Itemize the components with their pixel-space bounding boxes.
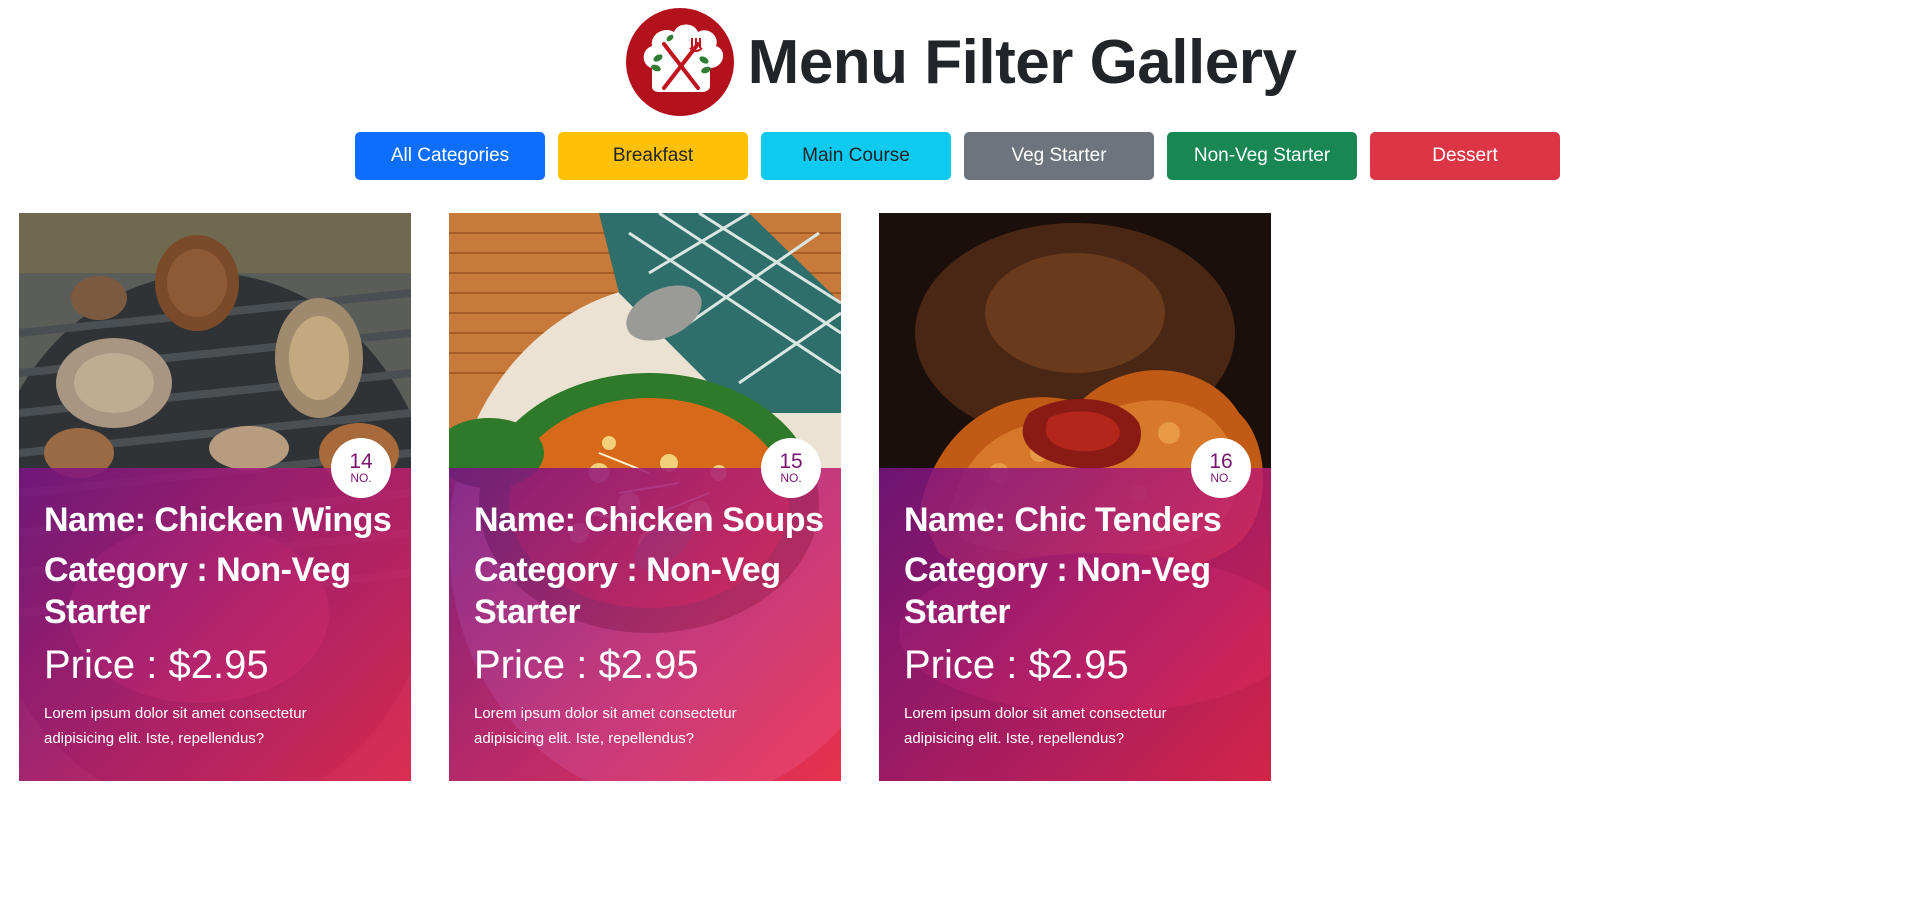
menu-card[interactable]: 14 NO. Name: Chicken Wings Category : No… (19, 213, 411, 781)
filter-main-course-button[interactable]: Main Course (761, 132, 951, 180)
filter-veg-starter-button[interactable]: Veg Starter (964, 132, 1154, 180)
item-description: Lorem ipsum dolor sit amet consectetur a… (44, 705, 307, 747)
item-price: Price : $2.95 (904, 643, 1129, 687)
menu-card[interactable]: 16 NO. Name: Chic Tenders Category : Non… (879, 213, 1271, 781)
item-description: Lorem ipsum dolor sit amet consectetur a… (474, 705, 737, 747)
filter-dessert-button[interactable]: Dessert (1370, 132, 1560, 180)
chef-hat-logo-icon (624, 6, 736, 118)
filter-non-veg-starter-button[interactable]: Non-Veg Starter (1167, 132, 1357, 180)
menu-gallery: 14 NO. Name: Chicken Wings Category : No… (19, 213, 1271, 781)
item-category: Category : Non-Veg Starter (44, 551, 351, 631)
item-price: Price : $2.95 (44, 643, 269, 687)
item-number-label: NO. (350, 470, 372, 485)
item-number: 16 (1209, 449, 1233, 473)
item-number-badge: 15 NO. (761, 438, 821, 498)
item-price: Price : $2.95 (474, 643, 699, 687)
card-body: Name: Chicken Wings Category : Non-Veg S… (44, 499, 399, 751)
item-description: Lorem ipsum dolor sit amet consectetur a… (904, 705, 1167, 747)
item-name: Name: Chicken Wings (44, 501, 392, 539)
item-number: 15 (779, 449, 803, 473)
filter-all-categories-button[interactable]: All Categories (355, 132, 545, 180)
item-number: 14 (349, 449, 373, 473)
page-title: Menu Filter Gallery (747, 27, 1297, 97)
filter-breakfast-button[interactable]: Breakfast (558, 132, 748, 180)
item-number-badge: 16 NO. (1191, 438, 1251, 498)
page-header: Menu Filter Gallery (0, 8, 1920, 116)
item-number-badge: 14 NO. (331, 438, 391, 498)
card-body: Name: Chicken Soups Category : Non-Veg S… (474, 499, 829, 751)
category-filter-bar: All Categories Breakfast Main Course Veg… (355, 132, 1560, 180)
item-name: Name: Chic Tenders (904, 501, 1222, 539)
item-category: Category : Non-Veg Starter (474, 551, 781, 631)
item-name: Name: Chicken Soups (474, 501, 824, 539)
item-number-label: NO. (1210, 470, 1232, 485)
item-number-label: NO. (780, 470, 802, 485)
item-category: Category : Non-Veg Starter (904, 551, 1211, 631)
card-body: Name: Chic Tenders Category : Non-Veg St… (904, 499, 1259, 751)
menu-card[interactable]: 15 NO. Name: Chicken Soups Category : No… (449, 213, 841, 781)
